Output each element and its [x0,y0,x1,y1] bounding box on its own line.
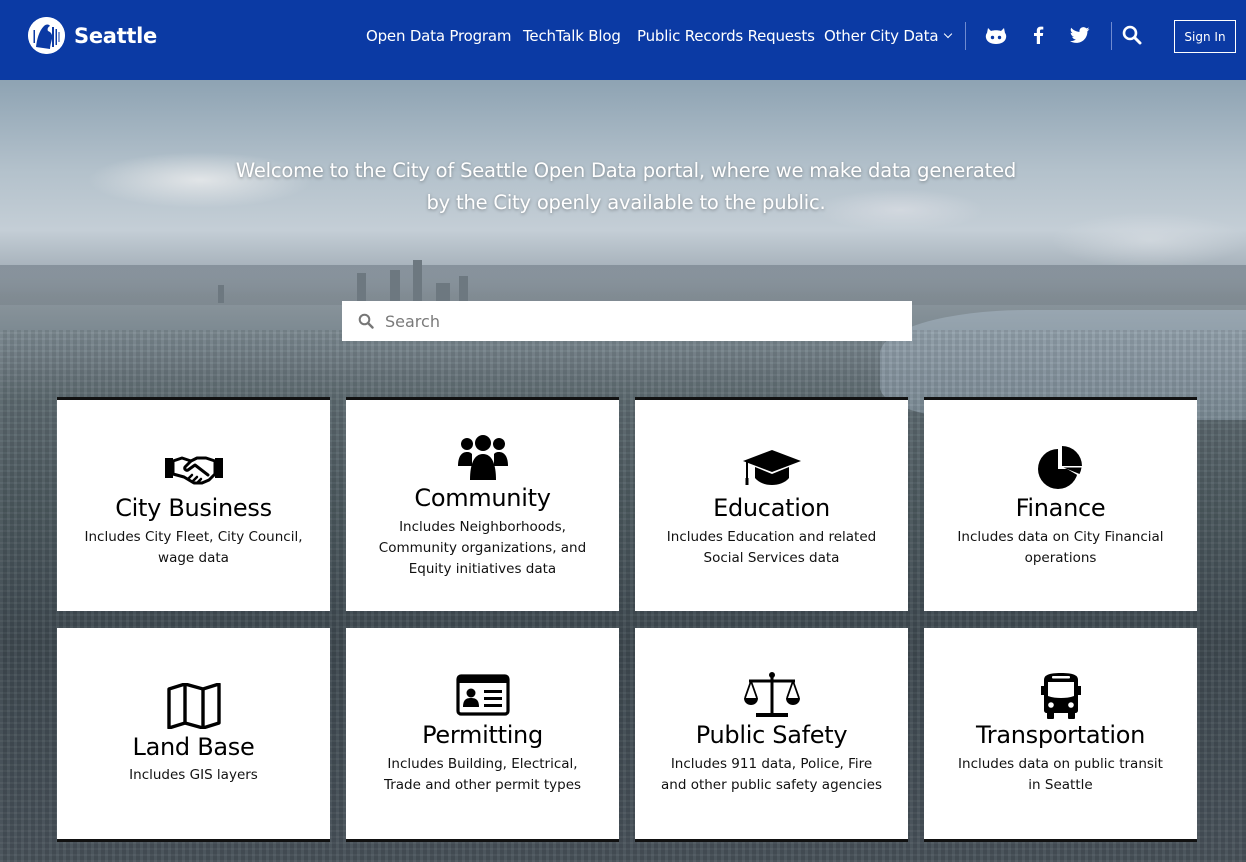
welcome-message: Welcome to the City of Seattle Open Data… [226,155,1026,219]
welcome-line: by the City openly available to the publ… [426,191,826,214]
category-title: Permitting [422,721,543,749]
category-title: Community [414,484,551,512]
category-card-permitting[interactable]: Permitting Includes Building, Electrical… [346,628,619,842]
category-card-public-safety[interactable]: Public Safety Includes 911 data, Police,… [635,628,908,842]
category-title: Land Base [132,733,255,761]
nav-divider [965,22,966,50]
facebook-icon[interactable] [1027,24,1049,46]
category-card-education[interactable]: Education Includes Education and related… [635,397,908,611]
category-description: Includes City Fleet, City Council, wage … [84,529,303,566]
category-title: Transportation [975,721,1146,749]
skyline-building [390,270,400,303]
category-description: Includes data on public transit in Seatt… [958,756,1163,793]
twitter-icon[interactable] [1069,24,1091,46]
category-card-land-base[interactable]: Land Base Includes GIS layers [57,628,330,842]
category-description: Includes GIS layers [129,767,258,783]
nav-other-city-data[interactable]: Other City Data [824,25,953,47]
category-card-transportation[interactable]: Transportation Includes data on public t… [924,628,1197,842]
category-title: Public Safety [695,721,848,749]
seattle-logo[interactable]: Seattle [28,17,157,54]
github-icon[interactable] [985,24,1007,46]
category-title: Education [713,494,830,522]
nav-open-data-program[interactable]: Open Data Program [366,25,512,47]
nav-public-records-requests[interactable]: Public Records Requests [637,25,815,47]
nav-divider [1111,22,1112,50]
category-card-finance[interactable]: Finance Includes data on City Financial … [924,397,1197,611]
skyline-building [413,260,422,303]
category-card-city-business[interactable]: City Business Includes City Fleet, City … [57,397,330,611]
group-icon [346,434,619,482]
graduation-cap-icon [635,448,908,488]
mountain-range [0,265,1246,305]
scales-icon [635,671,908,719]
category-description: Includes Building, Electrical, Trade and… [383,756,582,793]
search-input[interactable] [385,301,895,341]
pie-chart-icon [924,445,1197,491]
nav-techtalk-blog[interactable]: TechTalk Blog [523,25,621,47]
category-title: City Business [115,494,272,522]
category-description: Includes Education and related Social Se… [666,529,877,566]
skyline-building [436,283,450,303]
bus-icon [924,672,1197,720]
search-box[interactable] [342,301,912,341]
brand-name: Seattle [74,23,157,48]
nav-other-city-data-label: Other City Data [824,27,939,45]
chevron-down-icon [944,29,953,39]
id-card-icon [346,674,619,716]
handshake-icon [57,450,330,488]
search-icon [358,313,374,333]
site-header: Seattle Open Data Program TechTalk Blog … [0,0,1246,80]
welcome-line: Welcome to the City of Seattle Open Data… [235,159,1017,182]
sign-in-button[interactable]: Sign In [1174,20,1236,53]
category-description: Includes Neighborhoods, Community organi… [378,519,587,577]
search-icon[interactable] [1121,24,1143,46]
category-title: Finance [1015,494,1106,522]
seattle-seal-icon [28,17,65,54]
category-card-community[interactable]: Community Includes Neighborhoods, Commun… [346,397,619,611]
skyline-building [459,276,468,303]
category-description: Includes data on City Financial operatio… [957,529,1164,566]
category-description: Includes 911 data, Police, Fire and othe… [661,756,883,793]
map-icon [57,683,330,729]
skyline-building [218,285,224,303]
skyline-building [357,273,366,303]
